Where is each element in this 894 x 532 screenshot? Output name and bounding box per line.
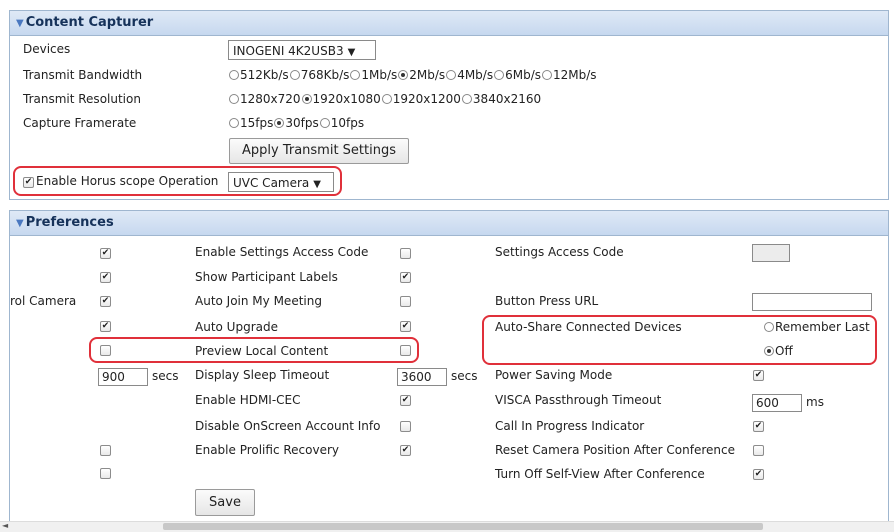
pref-left-checkbox-3[interactable]: ✔ xyxy=(100,296,111,307)
pref-checkbox-enable-hdmi-cec[interactable]: ✔ xyxy=(400,395,411,406)
pref-label-button-press-url: Button Press URL xyxy=(495,294,599,308)
display-sleep-timeout-input[interactable]: 3600 xyxy=(397,368,447,386)
pref-left-checkbox-1[interactable]: ✔ xyxy=(100,248,111,259)
bandwidth-option-label: 2Mb/s xyxy=(409,68,446,82)
pref-label-visca-timeout: VISCA Passthrough Timeout xyxy=(495,393,662,407)
dropdown-arrow-icon: ▼ xyxy=(347,47,356,58)
button-press-url-input[interactable] xyxy=(752,293,872,311)
highlight-horus-box xyxy=(13,166,342,196)
resolution-option-label: 1280x720 xyxy=(240,92,301,106)
bandwidth-radio-3[interactable] xyxy=(398,70,409,80)
bandwidth-radio-0[interactable] xyxy=(229,70,239,80)
resolution-radio-3[interactable] xyxy=(461,94,472,104)
pref-checkbox-settings-access-code[interactable] xyxy=(400,248,411,259)
preferences-header[interactable]: ▼ Preferences xyxy=(10,211,888,236)
framerate-option-label: 10fps xyxy=(330,116,365,130)
bandwidth-radio-4[interactable] xyxy=(446,70,457,80)
scroll-left-arrow-icon[interactable]: ◄ xyxy=(2,521,8,530)
resolution-radio-1[interactable] xyxy=(301,94,312,104)
pref-left-checkbox-9[interactable] xyxy=(100,445,111,456)
bandwidth-option-label: 768Kb/s xyxy=(300,68,350,82)
framerate-label: Capture Framerate xyxy=(23,116,137,130)
bandwidth-option-label: 6Mb/s xyxy=(505,68,541,82)
preferences-title: ▼ Preferences xyxy=(16,215,114,230)
resolution-radio-0[interactable] xyxy=(229,94,239,104)
pref-label-power-saving-mode: Power Saving Mode xyxy=(495,368,613,382)
pref-label-display-sleep-timeout: Display Sleep Timeout xyxy=(195,368,330,382)
resolution-option-label: 1920x1200 xyxy=(392,92,461,106)
bandwidth-radio-5[interactable] xyxy=(494,70,505,80)
pref-checkbox-show-participant-labels[interactable]: ✔ xyxy=(400,272,411,283)
content-capturer-header[interactable]: ▼ Content Capturer xyxy=(10,11,888,36)
preferences-title-text: Preferences xyxy=(25,215,114,230)
framerate-option-label: 15fps xyxy=(240,116,274,130)
bandwidth-label: Transmit Bandwidth xyxy=(23,68,143,82)
horizontal-scrollbar[interactable]: ◄ xyxy=(0,521,894,532)
save-button[interactable]: Save xyxy=(195,489,255,516)
devices-label: Devices xyxy=(23,42,71,56)
pref-left-checkbox-10[interactable] xyxy=(100,468,111,479)
pref-checkbox-auto-join[interactable] xyxy=(400,296,411,307)
pref-checkbox-auto-upgrade[interactable]: ✔ xyxy=(400,321,411,332)
pref-checkbox-power-saving-mode[interactable]: ✔ xyxy=(753,370,764,381)
pref-checkbox-enable-prolific-recovery[interactable]: ✔ xyxy=(400,445,411,456)
pref-checkbox-turn-off-self-view[interactable]: ✔ xyxy=(753,469,764,480)
framerate-radio-2[interactable] xyxy=(319,118,330,128)
content-capturer-title-text: Content Capturer xyxy=(25,15,154,30)
content-capturer-title: ▼ Content Capturer xyxy=(16,15,153,30)
bandwidth-option-label: 12Mb/s xyxy=(553,68,597,82)
resolution-label: Transmit Resolution xyxy=(23,92,141,106)
pref-label-turn-off-self-view: Turn Off Self-View After Conference xyxy=(495,467,705,481)
resolution-radio-group: 1280x720 1920x1080 1920x1200 3840x2160 xyxy=(229,92,542,106)
pref-left-checkbox-2[interactable]: ✔ xyxy=(100,272,111,283)
visca-ms-unit: ms xyxy=(806,395,824,409)
framerate-option-label: 30fps xyxy=(285,116,319,130)
collapse-triangle-icon: ▼ xyxy=(16,18,24,29)
collapse-triangle-icon: ▼ xyxy=(16,218,24,229)
bandwidth-radio-1[interactable] xyxy=(289,70,300,80)
control-camera-label: rol Camera xyxy=(10,294,77,308)
framerate-radio-0[interactable] xyxy=(229,118,239,128)
pref-label-call-in-progress: Call In Progress Indicator xyxy=(495,419,645,433)
pref-label-disable-onscreen-info: Disable OnScreen Account Info xyxy=(195,419,381,433)
devices-select[interactable]: INOGENI 4K2USB3 ▼ xyxy=(228,40,376,60)
pref-checkbox-reset-camera-position[interactable] xyxy=(753,445,764,456)
pref-label-auto-join: Auto Join My Meeting xyxy=(195,294,322,308)
pref-label-auto-upgrade: Auto Upgrade xyxy=(195,320,278,334)
resolution-option-label: 3840x2160 xyxy=(472,92,542,106)
devices-select-value: INOGENI 4K2USB3 xyxy=(233,44,344,58)
bandwidth-option-label: 1Mb/s xyxy=(361,68,398,82)
pref-left-checkbox-4[interactable]: ✔ xyxy=(100,321,111,332)
visca-timeout-input[interactable]: 600 xyxy=(752,394,802,412)
highlight-preview-local-content-box xyxy=(89,337,419,363)
pref-label-enable-prolific-recovery: Enable Prolific Recovery xyxy=(195,443,340,457)
bandwidth-radio-2[interactable] xyxy=(350,70,361,80)
pref-checkbox-disable-onscreen-info[interactable] xyxy=(400,421,411,432)
left-seconds-input[interactable]: 900 xyxy=(98,368,148,386)
left-secs-unit: secs xyxy=(152,369,179,383)
display-sleep-secs-unit: secs xyxy=(451,369,478,383)
framerate-radio-group: 15fps 30fps 10fps xyxy=(229,116,365,130)
bandwidth-radio-group: 512Kb/s 768Kb/s 1Mb/s 2Mb/s 4Mb/s 6Mb/s 12Mb/s xyxy=(229,68,598,82)
pref-label-settings-access-code: Enable Settings Access Code xyxy=(195,245,369,259)
highlight-auto-share-box xyxy=(482,315,877,365)
pref-label-enable-hdmi-cec: Enable HDMI-CEC xyxy=(195,393,301,407)
bandwidth-option-label: 512Kb/s xyxy=(240,68,289,82)
pref-label-settings-access-code-field: Settings Access Code xyxy=(495,245,624,259)
bandwidth-option-label: 4Mb/s xyxy=(457,68,494,82)
framerate-radio-1[interactable] xyxy=(274,118,285,128)
scrollbar-thumb[interactable] xyxy=(163,523,763,530)
pref-label-reset-camera-position: Reset Camera Position After Conference xyxy=(495,443,735,457)
apply-transmit-settings-button[interactable]: Apply Transmit Settings xyxy=(229,138,409,164)
pref-checkbox-call-in-progress[interactable]: ✔ xyxy=(753,421,764,432)
bandwidth-radio-6[interactable] xyxy=(542,70,552,80)
resolution-radio-2[interactable] xyxy=(381,94,392,104)
resolution-option-label: 1920x1080 xyxy=(312,92,381,106)
settings-access-code-input[interactable] xyxy=(752,244,790,262)
pref-label-show-participant-labels: Show Participant Labels xyxy=(195,270,338,284)
